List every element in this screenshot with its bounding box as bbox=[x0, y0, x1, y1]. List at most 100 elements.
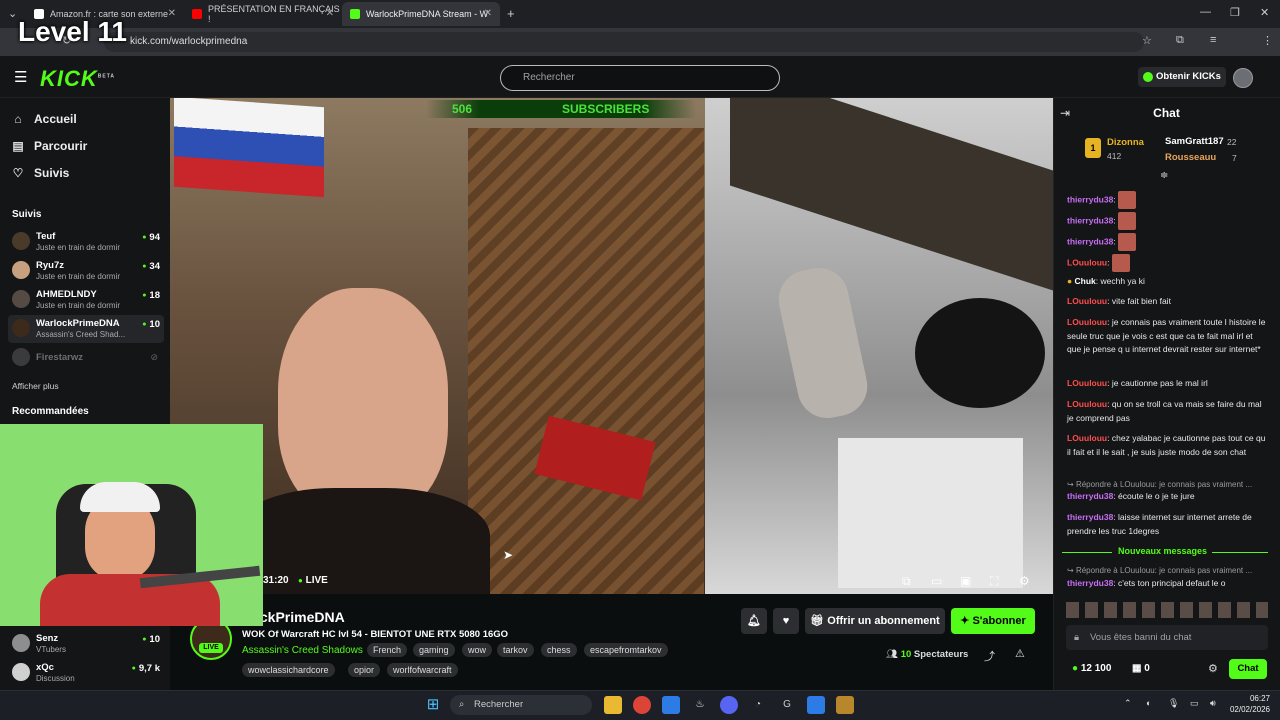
file-explorer-icon[interactable] bbox=[604, 696, 622, 714]
chat-username[interactable]: LOuulouu bbox=[1067, 378, 1107, 388]
emote-bar[interactable] bbox=[1066, 602, 1268, 618]
drops-count[interactable]: ▦ 0 bbox=[1132, 663, 1150, 674]
close-tab-icon[interactable]: ✕ bbox=[326, 8, 334, 19]
minimize-icon[interactable]: — bbox=[1200, 6, 1211, 18]
sidebar-item-teuf[interactable]: Teuf Juste en train de dormir 94 bbox=[8, 228, 164, 256]
tag-chip[interactable]: wow bbox=[462, 643, 493, 657]
tag-chip[interactable]: French bbox=[367, 643, 408, 657]
fullscreen-icon[interactable]: ⛶ bbox=[990, 574, 998, 589]
reply-context[interactable]: ↪ Répondre à LOuulouu: je connais pas vr… bbox=[1067, 566, 1252, 575]
subscribe-button[interactable]: ✦ S'abonner bbox=[951, 608, 1035, 634]
chat-text: je cautionne pas le mal irl bbox=[1111, 378, 1208, 388]
chat-username[interactable]: LOuulouu bbox=[1067, 257, 1107, 267]
chat-settings-gear-icon[interactable]: ⚙ bbox=[1208, 662, 1218, 675]
volume-icon[interactable]: 🔊︎ bbox=[1210, 698, 1216, 709]
taskbar-search[interactable]: ⌕ Rechercher bbox=[450, 695, 592, 715]
url-field[interactable]: kick.com/warlockprimedna bbox=[104, 32, 1144, 52]
windows-start-icon[interactable]: ⊞ bbox=[424, 696, 442, 714]
chat-username[interactable]: thierrydu38 bbox=[1067, 578, 1113, 588]
new-tab-icon[interactable]: + bbox=[507, 6, 515, 21]
nav-home[interactable]: ⌂ Accueil bbox=[12, 112, 76, 126]
gift-subscription-button[interactable]: 🎁︎ Offrir un abonnement bbox=[805, 608, 945, 634]
tag-chip[interactable]: gaming bbox=[413, 643, 455, 657]
nav-following[interactable]: ♡ Suivis bbox=[12, 166, 70, 180]
chat-username[interactable]: LOuulouu bbox=[1067, 399, 1107, 409]
sidebar-item-ryu7z[interactable]: Ryu7z Juste en train de dormir 34 bbox=[8, 257, 164, 285]
tag-chip[interactable]: worlfofwarcraft bbox=[387, 663, 458, 677]
sidebar-item-senz[interactable]: Senz VTubers 10 bbox=[8, 630, 164, 658]
sidebar-item-firestarwz[interactable]: Firestarwz ⊘ bbox=[8, 344, 164, 372]
close-tab-icon[interactable]: ✕ bbox=[168, 8, 176, 19]
heart-icon: ♡ bbox=[12, 166, 24, 180]
drops-icon: ▦ bbox=[1132, 663, 1142, 674]
chat-username[interactable]: LOuulouu bbox=[1067, 296, 1107, 306]
chat-username[interactable]: thierrydu38 bbox=[1067, 194, 1113, 204]
notification-bell-button[interactable]: 🔔︎ bbox=[741, 608, 767, 634]
miniplayer-icon[interactable]: ⧉ bbox=[902, 574, 911, 589]
tag-chip[interactable]: opior bbox=[348, 663, 381, 677]
show-more-link[interactable]: Afficher plus bbox=[12, 381, 59, 391]
cinema-mode-icon[interactable]: ▣ bbox=[960, 574, 971, 588]
menu-hamburger-icon[interactable]: ☰ bbox=[14, 68, 27, 86]
video-player[interactable]: 506 SUBSCRIBERS bbox=[170, 98, 1053, 594]
wow-icon[interactable] bbox=[836, 696, 854, 714]
tray-chevron-icon[interactable]: ⌃ bbox=[1124, 698, 1132, 709]
chat-username[interactable]: thierrydu38 bbox=[1067, 215, 1113, 225]
sidebar-item-warlockprimedna[interactable]: WarlockPrimeDNA Assassin's Creed Shad...… bbox=[8, 315, 164, 343]
stream-category[interactable]: Assassin's Creed Shadows bbox=[242, 645, 363, 656]
emote-image bbox=[1118, 233, 1137, 251]
tag-chip[interactable]: wowclassichardcore bbox=[242, 663, 335, 677]
tray-app-icon[interactable]: ◐ bbox=[1146, 698, 1151, 708]
channel-points[interactable]: ● 12 100 bbox=[1072, 663, 1111, 674]
search-input[interactable]: Rechercher bbox=[500, 65, 780, 91]
close-tab-icon[interactable]: ✕ bbox=[484, 8, 492, 19]
sidebar-item-ahmedlndy[interactable]: AHMEDLNDY Juste en train de dormir 18 bbox=[8, 286, 164, 314]
maximize-icon[interactable]: ❐ bbox=[1230, 6, 1240, 19]
chat-username[interactable]: thierrydu38 bbox=[1067, 491, 1113, 501]
reply-context[interactable]: ↪ Répondre à LOuulouu: je connais pas vr… bbox=[1067, 480, 1252, 489]
follow-heart-button[interactable]: ♥ bbox=[773, 608, 799, 634]
expand-leaderboard-icon[interactable]: ≑ bbox=[1160, 170, 1168, 181]
tag-chip[interactable]: chess bbox=[541, 643, 577, 657]
steam-icon[interactable]: ♨ bbox=[691, 696, 709, 714]
reply-text: Répondre à LOuulouu: je connais pas vrai… bbox=[1075, 566, 1253, 575]
app-icon[interactable] bbox=[807, 696, 825, 714]
chrome-icon[interactable] bbox=[633, 696, 651, 714]
report-warning-icon[interactable]: ⚠ bbox=[1015, 647, 1025, 660]
microphone-icon[interactable]: 🎙︎ bbox=[1168, 698, 1179, 709]
browser-tab-kick[interactable]: WarlockPrimeDNA Stream - W ✕ bbox=[342, 2, 500, 26]
live-badge: LIVE bbox=[199, 643, 223, 653]
bookmark-star-icon[interactable]: ☆ bbox=[1142, 34, 1152, 47]
get-kicks-button[interactable]: Obtenir KICKs bbox=[1138, 67, 1226, 87]
app-icon[interactable] bbox=[662, 696, 680, 714]
close-window-icon[interactable]: ✕ bbox=[1260, 6, 1269, 19]
tag-chip[interactable]: tarkov bbox=[497, 643, 534, 657]
chat-username[interactable]: LOuulouu bbox=[1067, 433, 1107, 443]
browser-menu-icon[interactable]: ⋮ bbox=[1262, 34, 1273, 47]
chat-username[interactable]: thierrydu38 bbox=[1067, 512, 1113, 522]
network-icon[interactable]: ▭ bbox=[1190, 698, 1199, 709]
settings-gear-icon[interactable]: ⚙ bbox=[1019, 574, 1030, 588]
discord-icon[interactable] bbox=[720, 696, 738, 714]
tag-chip[interactable]: escapefromtarkov bbox=[584, 643, 668, 657]
tab-list-icon[interactable]: ⌄ bbox=[8, 7, 17, 20]
kick-logo[interactable]: KICKBETA bbox=[40, 66, 115, 92]
nav-browse[interactable]: ▤ Parcourir bbox=[12, 139, 87, 153]
send-chat-button[interactable]: Chat bbox=[1229, 659, 1267, 679]
new-messages-divider[interactable]: Nouveaux messages bbox=[1062, 546, 1268, 558]
extensions-icon[interactable]: ⧉ bbox=[1176, 34, 1184, 47]
app-icon[interactable]: G bbox=[778, 696, 796, 714]
chat-username[interactable]: LOuulouu bbox=[1067, 317, 1107, 327]
share-icon[interactable]: ⤴ bbox=[984, 648, 995, 664]
theater-mode-icon[interactable]: ▭ bbox=[931, 574, 942, 588]
app-icon[interactable]: ◔ bbox=[749, 696, 767, 714]
browser-tab-youtube[interactable]: PRÉSENTATION EN FRANÇAIS ! ✕ bbox=[184, 2, 342, 26]
playlist-icon[interactable]: ≡ bbox=[1210, 34, 1216, 46]
user-avatar[interactable] bbox=[1233, 68, 1253, 88]
reply-text: Répondre à LOuulouu: je connais pas vrai… bbox=[1075, 480, 1253, 489]
chat-username[interactable]: Chuk bbox=[1075, 276, 1096, 286]
tab-title: PRÉSENTATION EN FRANÇAIS ! bbox=[208, 4, 340, 24]
chat-username[interactable]: thierrydu38 bbox=[1067, 236, 1113, 246]
sidebar-item-xqc[interactable]: xQc Discussion 9,7 k bbox=[8, 659, 164, 687]
taskbar-clock[interactable]: 06:27 02/02/2026 bbox=[1228, 693, 1270, 715]
